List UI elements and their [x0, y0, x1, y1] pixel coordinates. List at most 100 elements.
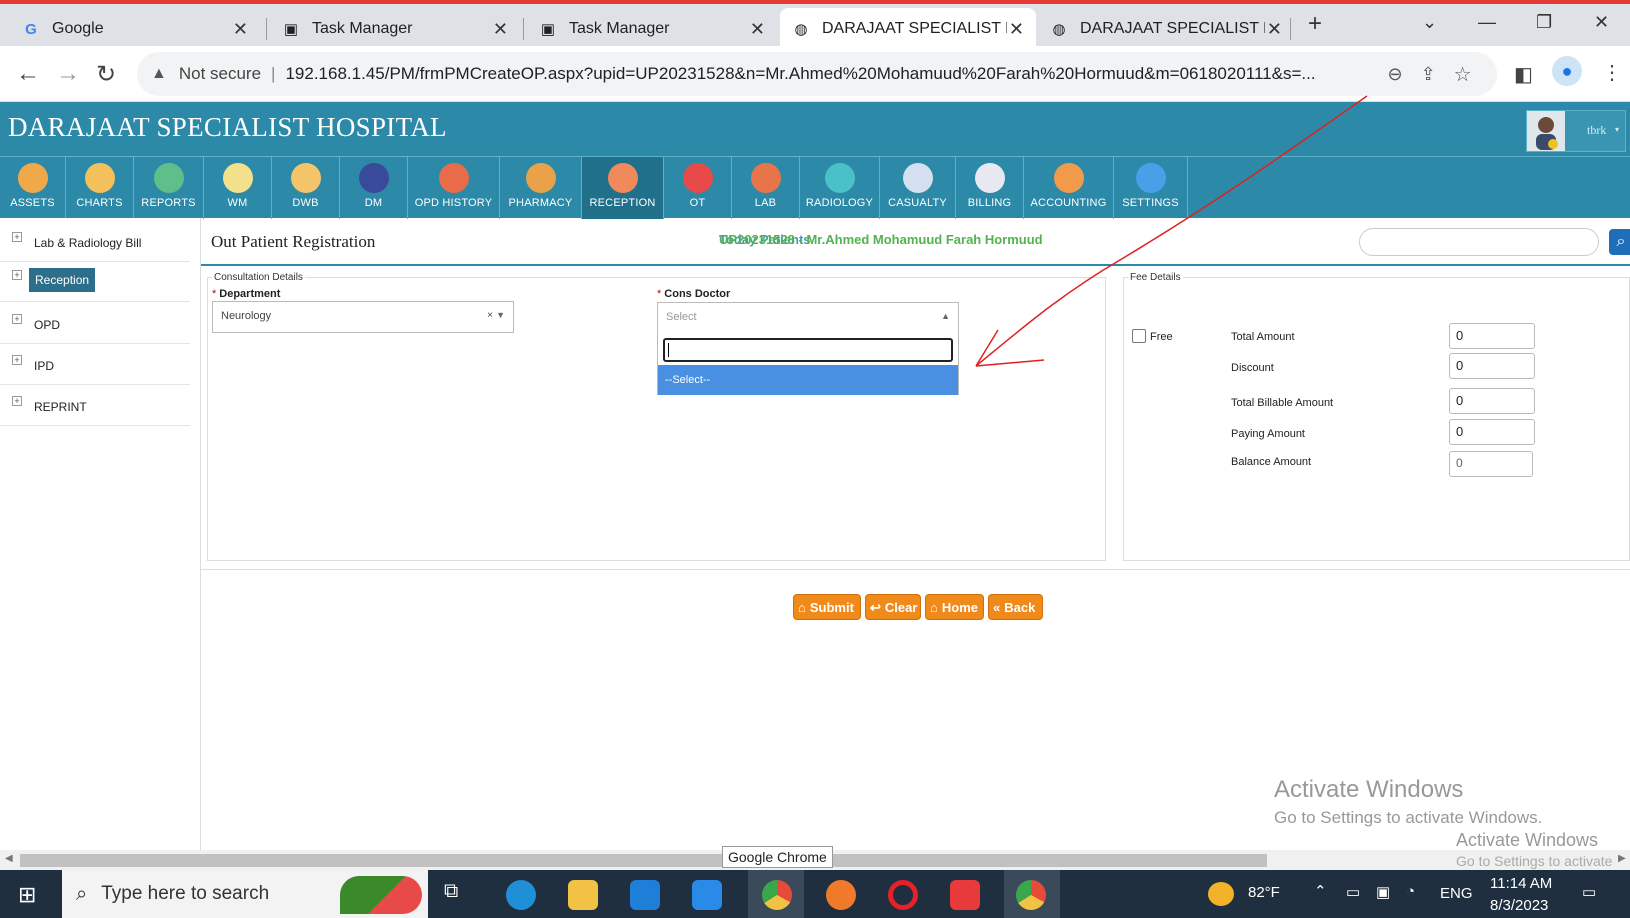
fee-details-panel: Fee Details: [1123, 272, 1630, 561]
new-tab-plus-icon[interactable]: +: [1308, 10, 1322, 38]
scroll-left-icon[interactable]: ◀: [5, 853, 13, 864]
meet-icon[interactable]: ▭: [1346, 883, 1360, 901]
wifi-icon[interactable]: ◔: [1406, 883, 1415, 900]
sidebar-item-reprint[interactable]: + REPRINT: [0, 388, 190, 426]
file-explorer-icon[interactable]: [568, 880, 598, 910]
share-icon[interactable]: ⇪: [1421, 64, 1436, 85]
module-wm[interactable]: WM: [204, 157, 272, 219]
accounting-icon: [1053, 163, 1084, 193]
forward-arrow-icon[interactable]: →: [56, 60, 80, 88]
task-view-icon[interactable]: ⧉: [444, 880, 474, 910]
screen-icon[interactable]: ▣: [1376, 883, 1390, 901]
consultation-legend: Consultation Details: [214, 272, 303, 283]
balance-amount-input[interactable]: 0: [1449, 451, 1533, 477]
expand-plus-icon[interactable]: +: [12, 355, 22, 365]
notification-icon[interactable]: ▭: [1582, 883, 1596, 901]
url-text[interactable]: 192.168.1.45/PM/frmPMCreateOP.aspx?upid=…: [285, 64, 1375, 84]
cons-doctor-select[interactable]: Select ▲: [657, 302, 959, 334]
weather-icon[interactable]: [1208, 882, 1234, 906]
search-icon[interactable]: ⌕: [1609, 229, 1630, 255]
windows-start-icon[interactable]: ⊞: [18, 882, 36, 908]
menu-kebab-icon[interactable]: ⋮: [1602, 60, 1622, 85]
taskbar-search-input[interactable]: ⌕ Type here to search: [62, 870, 428, 918]
store-icon[interactable]: [630, 880, 660, 910]
module-reports[interactable]: REPORTS: [134, 157, 204, 219]
chevron-up-icon[interactable]: ⌃: [1314, 882, 1327, 900]
module-opd-history[interactable]: OPD HISTORY: [408, 157, 500, 219]
module-pharmacy[interactable]: PHARMACY: [500, 157, 582, 219]
firefox-icon[interactable]: [826, 880, 856, 910]
module-label: ASSETS: [10, 197, 55, 209]
language-indicator[interactable]: ENG: [1440, 885, 1473, 902]
clear-x-icon[interactable]: ×: [487, 310, 493, 321]
sidebar-item-ipd[interactable]: + IPD: [0, 347, 190, 385]
opera-icon[interactable]: [888, 880, 918, 910]
expand-plus-icon[interactable]: +: [12, 232, 22, 242]
edge-icon[interactable]: [506, 880, 536, 910]
department-select[interactable]: Neurology × ▼: [212, 301, 514, 333]
back-arrow-icon[interactable]: ←: [16, 60, 40, 88]
close-tab-icon[interactable]: ✕: [750, 19, 765, 40]
sidebar-item-opd[interactable]: + OPD: [0, 306, 190, 344]
scrollbar-thumb[interactable]: [20, 854, 1267, 867]
browser-tab[interactable]: ▣ Task Manager ✕: [270, 8, 520, 50]
department-label: * Department: [212, 288, 281, 300]
chrome-icon[interactable]: [762, 880, 792, 910]
total-amount-input[interactable]: 0: [1449, 323, 1535, 349]
module-ot[interactable]: OT: [664, 157, 732, 219]
module-settings[interactable]: SETTINGS: [1114, 157, 1188, 219]
close-tab-icon[interactable]: ✕: [233, 19, 248, 40]
expand-plus-icon[interactable]: +: [12, 270, 22, 280]
minimize-icon[interactable]: —: [1478, 12, 1496, 33]
zoom-icon[interactable]: ⊖: [1387, 64, 1402, 85]
close-tab-icon[interactable]: ✕: [1009, 19, 1024, 40]
module-dm[interactable]: DM: [340, 157, 408, 219]
module-billing[interactable]: BILLING: [956, 157, 1024, 219]
clock-date[interactable]: 8/3/2023: [1490, 897, 1548, 914]
module-dwb[interactable]: DWB: [272, 157, 340, 219]
clock-time[interactable]: 11:14 AM: [1490, 875, 1552, 892]
close-window-icon[interactable]: ✕: [1594, 12, 1609, 33]
browser-tab[interactable]: ◍ DARAJAAT SPECIALIST HC ✕: [1038, 8, 1294, 50]
submit-button[interactable]: ⌂ Submit: [793, 594, 861, 620]
module-lab[interactable]: LAB: [732, 157, 800, 219]
total-billable-amount-input[interactable]: 0: [1449, 388, 1535, 414]
discount-input[interactable]: 0: [1449, 353, 1535, 379]
bookmark-star-icon[interactable]: ☆: [1454, 62, 1472, 87]
sidebar-item-reception[interactable]: + Reception: [0, 262, 190, 302]
module-reception[interactable]: RECEPTION: [582, 157, 664, 219]
profile-avatar-icon[interactable]: ●: [1552, 56, 1582, 86]
back-button[interactable]: «Back: [988, 594, 1043, 620]
sidebar-item-lab-radiology-bill[interactable]: + Lab & Radiology Bill: [0, 224, 190, 262]
reload-icon[interactable]: ↻: [96, 60, 116, 89]
browser-tab[interactable]: ▣ Task Manager ✕: [527, 8, 777, 50]
omnibox[interactable]: ▲ Not secure | 192.168.1.45/PM/frmPMCrea…: [137, 52, 1497, 96]
close-tab-icon[interactable]: ✕: [1267, 19, 1282, 40]
user-menu[interactable]: tbrk ▾: [1526, 110, 1626, 152]
expand-plus-icon[interactable]: +: [12, 314, 22, 324]
chrome-profile-icon[interactable]: [1016, 880, 1046, 910]
close-tab-icon[interactable]: ✕: [493, 19, 508, 40]
restore-icon[interactable]: ❐: [1536, 12, 1552, 33]
tab-search-chevron-icon[interactable]: ⌄: [1422, 12, 1437, 33]
expand-plus-icon[interactable]: +: [12, 396, 22, 406]
fee-legend: Fee Details: [1130, 272, 1181, 283]
module-assets[interactable]: ASSETS: [0, 157, 66, 219]
clear-button[interactable]: ↩ Clear: [865, 594, 921, 620]
anydesk-icon[interactable]: [950, 880, 980, 910]
patient-search-input[interactable]: [1359, 228, 1599, 256]
mail-icon[interactable]: [692, 880, 722, 910]
module-radiology[interactable]: RADIOLOGY: [800, 157, 880, 219]
weather-temp[interactable]: 82°F: [1248, 884, 1280, 901]
module-accounting[interactable]: ACCOUNTING: [1024, 157, 1114, 219]
module-casualty[interactable]: CASUALTY: [880, 157, 956, 219]
side-panel-icon[interactable]: ◧: [1514, 62, 1533, 87]
module-charts[interactable]: CHARTS: [66, 157, 134, 219]
free-checkbox[interactable]: [1132, 329, 1146, 343]
browser-tab[interactable]: G Google ✕: [10, 8, 260, 50]
paying-amount-input[interactable]: 0: [1449, 419, 1535, 445]
dropdown-search-input[interactable]: [663, 338, 953, 362]
home-button[interactable]: ⌂ Home: [925, 594, 984, 620]
dropdown-option[interactable]: --Select--: [658, 365, 958, 395]
browser-tab-active[interactable]: ◍ DARAJAAT SPECIALIST HC ✕: [780, 8, 1036, 50]
